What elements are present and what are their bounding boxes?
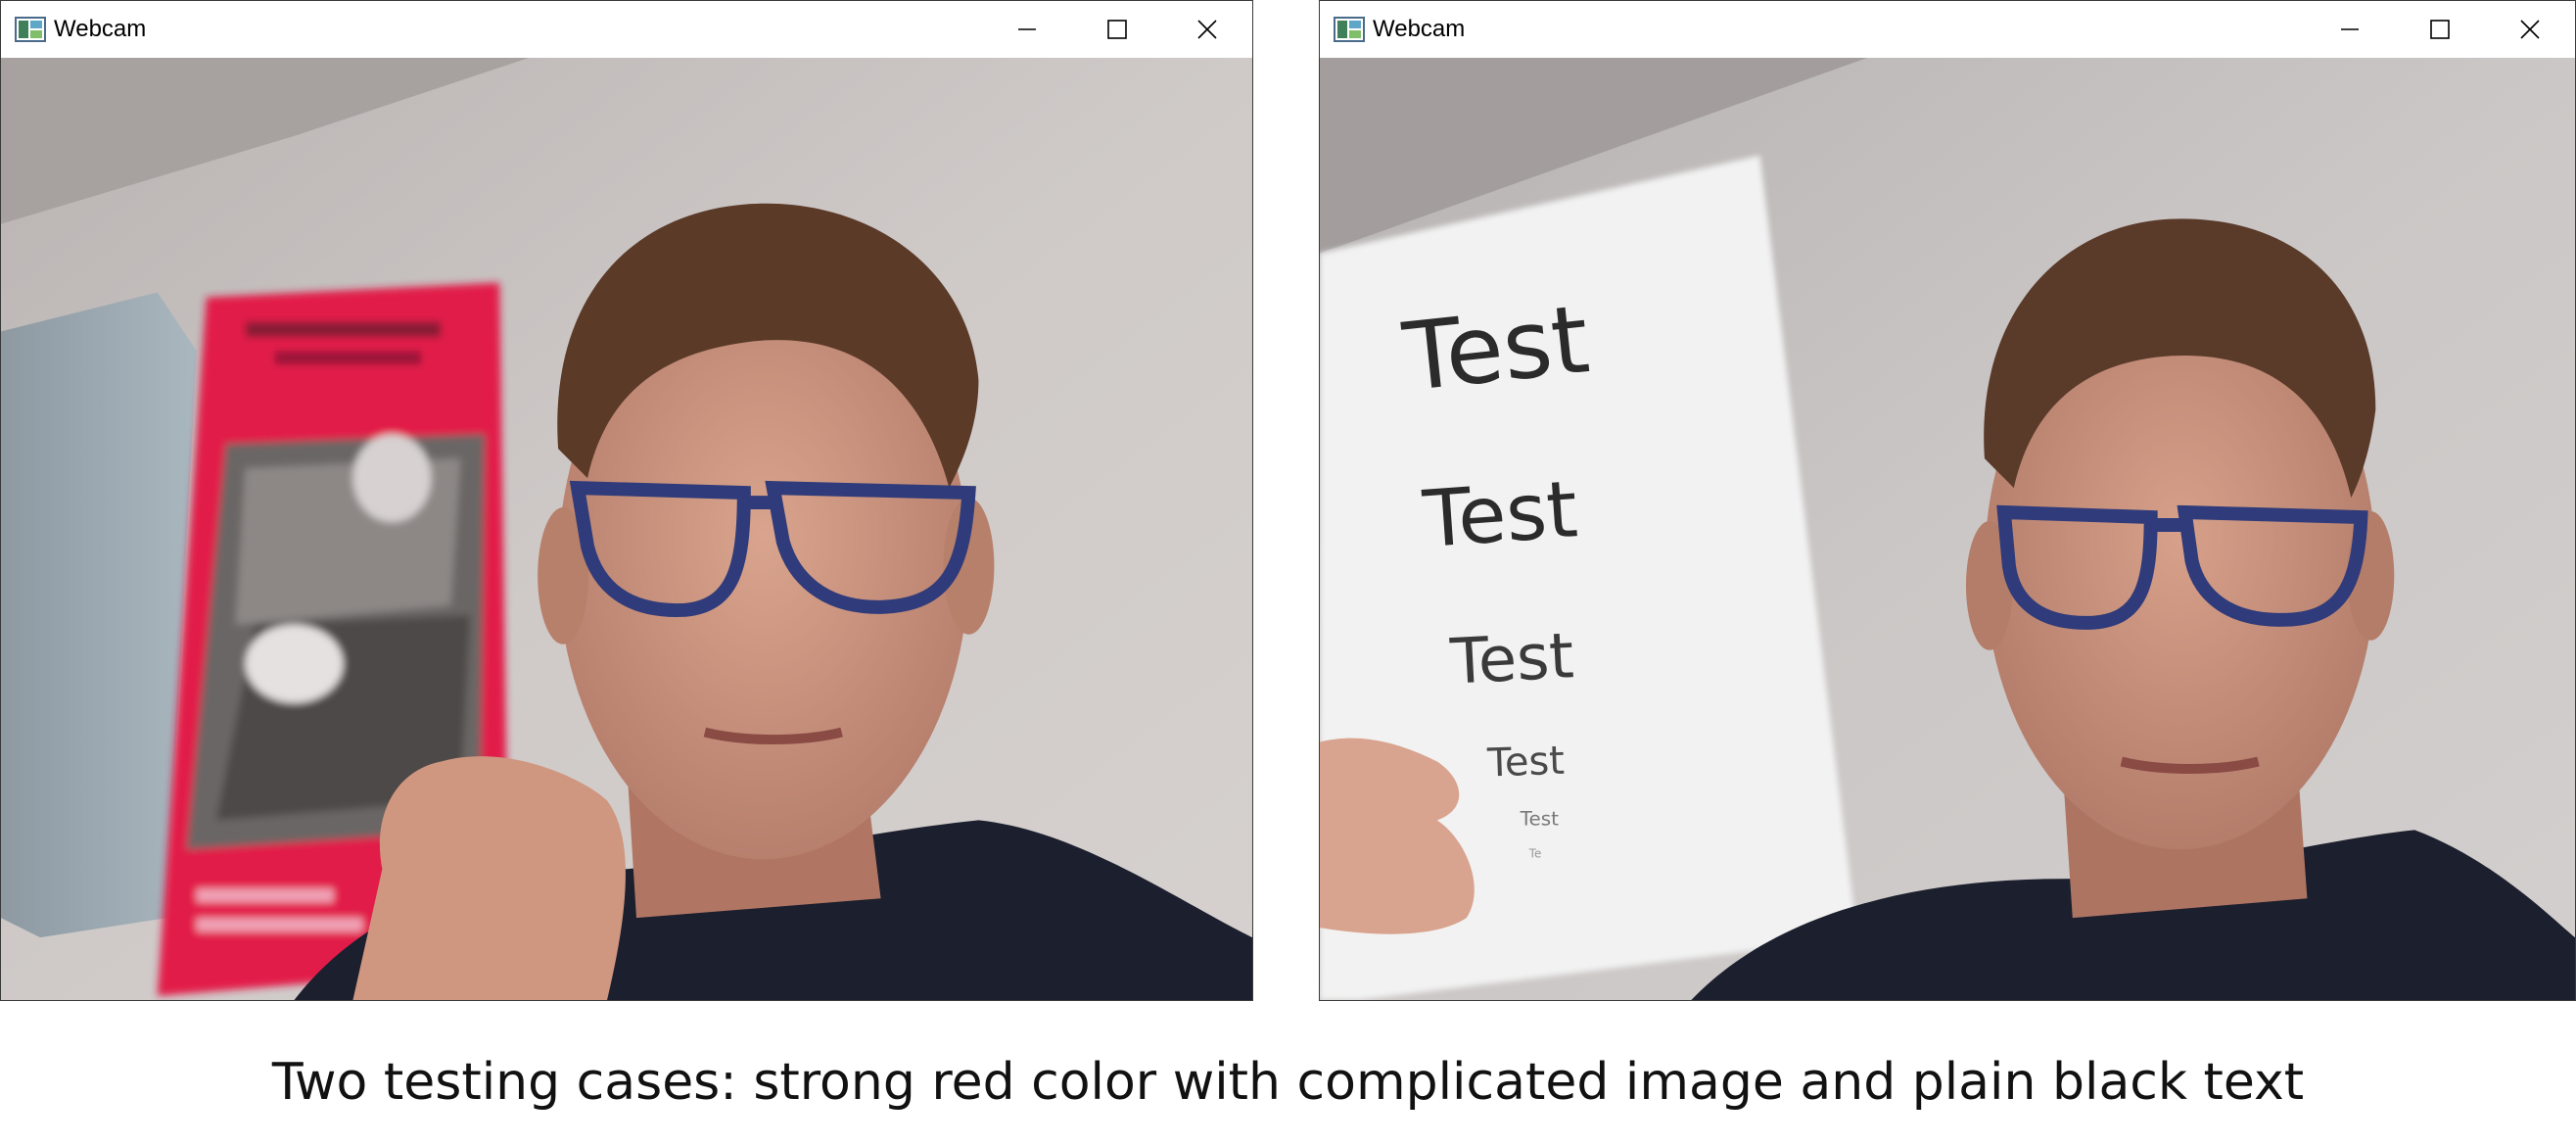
close-icon [1195, 18, 1219, 41]
paper-text-line: Te [1528, 846, 1542, 860]
webcam-video-frame [1, 58, 1252, 1000]
window-title: Webcam [1373, 16, 1466, 42]
paper-text-line: Test [1448, 620, 1576, 699]
webcam-video-frame: Test Test Test Test Test Te [1320, 58, 2575, 1000]
paper-text-line: Test [1520, 806, 1559, 830]
maximize-button[interactable] [2395, 1, 2485, 58]
minimize-button[interactable] [982, 1, 1072, 58]
window-controls [2305, 1, 2575, 58]
title-bar[interactable]: Webcam [1320, 1, 2575, 58]
figure-caption: Two testing cases: strong red color with… [271, 1053, 2305, 1112]
webcam-feed-image [1, 58, 1252, 1000]
close-icon [2518, 18, 2542, 41]
webcam-feed-image: Test Test Test Test Test Te [1320, 58, 2575, 1000]
webcam-window-left[interactable]: Webcam [0, 0, 1253, 1001]
paper-text-line: Test [1420, 463, 1580, 565]
maximize-icon [2428, 18, 2452, 41]
minimize-icon [1015, 18, 1039, 41]
maximize-icon [1105, 18, 1129, 41]
webcam-app-icon [1334, 17, 1365, 42]
window-title: Webcam [54, 16, 147, 42]
close-button[interactable] [1162, 1, 1252, 58]
title-bar[interactable]: Webcam [1, 1, 1252, 58]
minimize-button[interactable] [2305, 1, 2395, 58]
maximize-button[interactable] [1072, 1, 1162, 58]
paper-text-line: Test [1398, 284, 1594, 412]
paper-text-line: Test [1485, 739, 1565, 787]
close-button[interactable] [2485, 1, 2575, 58]
window-controls [982, 1, 1252, 58]
webcam-app-icon [15, 17, 46, 42]
minimize-icon [2338, 18, 2362, 41]
webcam-window-right[interactable]: Webcam Test Test Test Test Test Te [1319, 0, 2576, 1001]
